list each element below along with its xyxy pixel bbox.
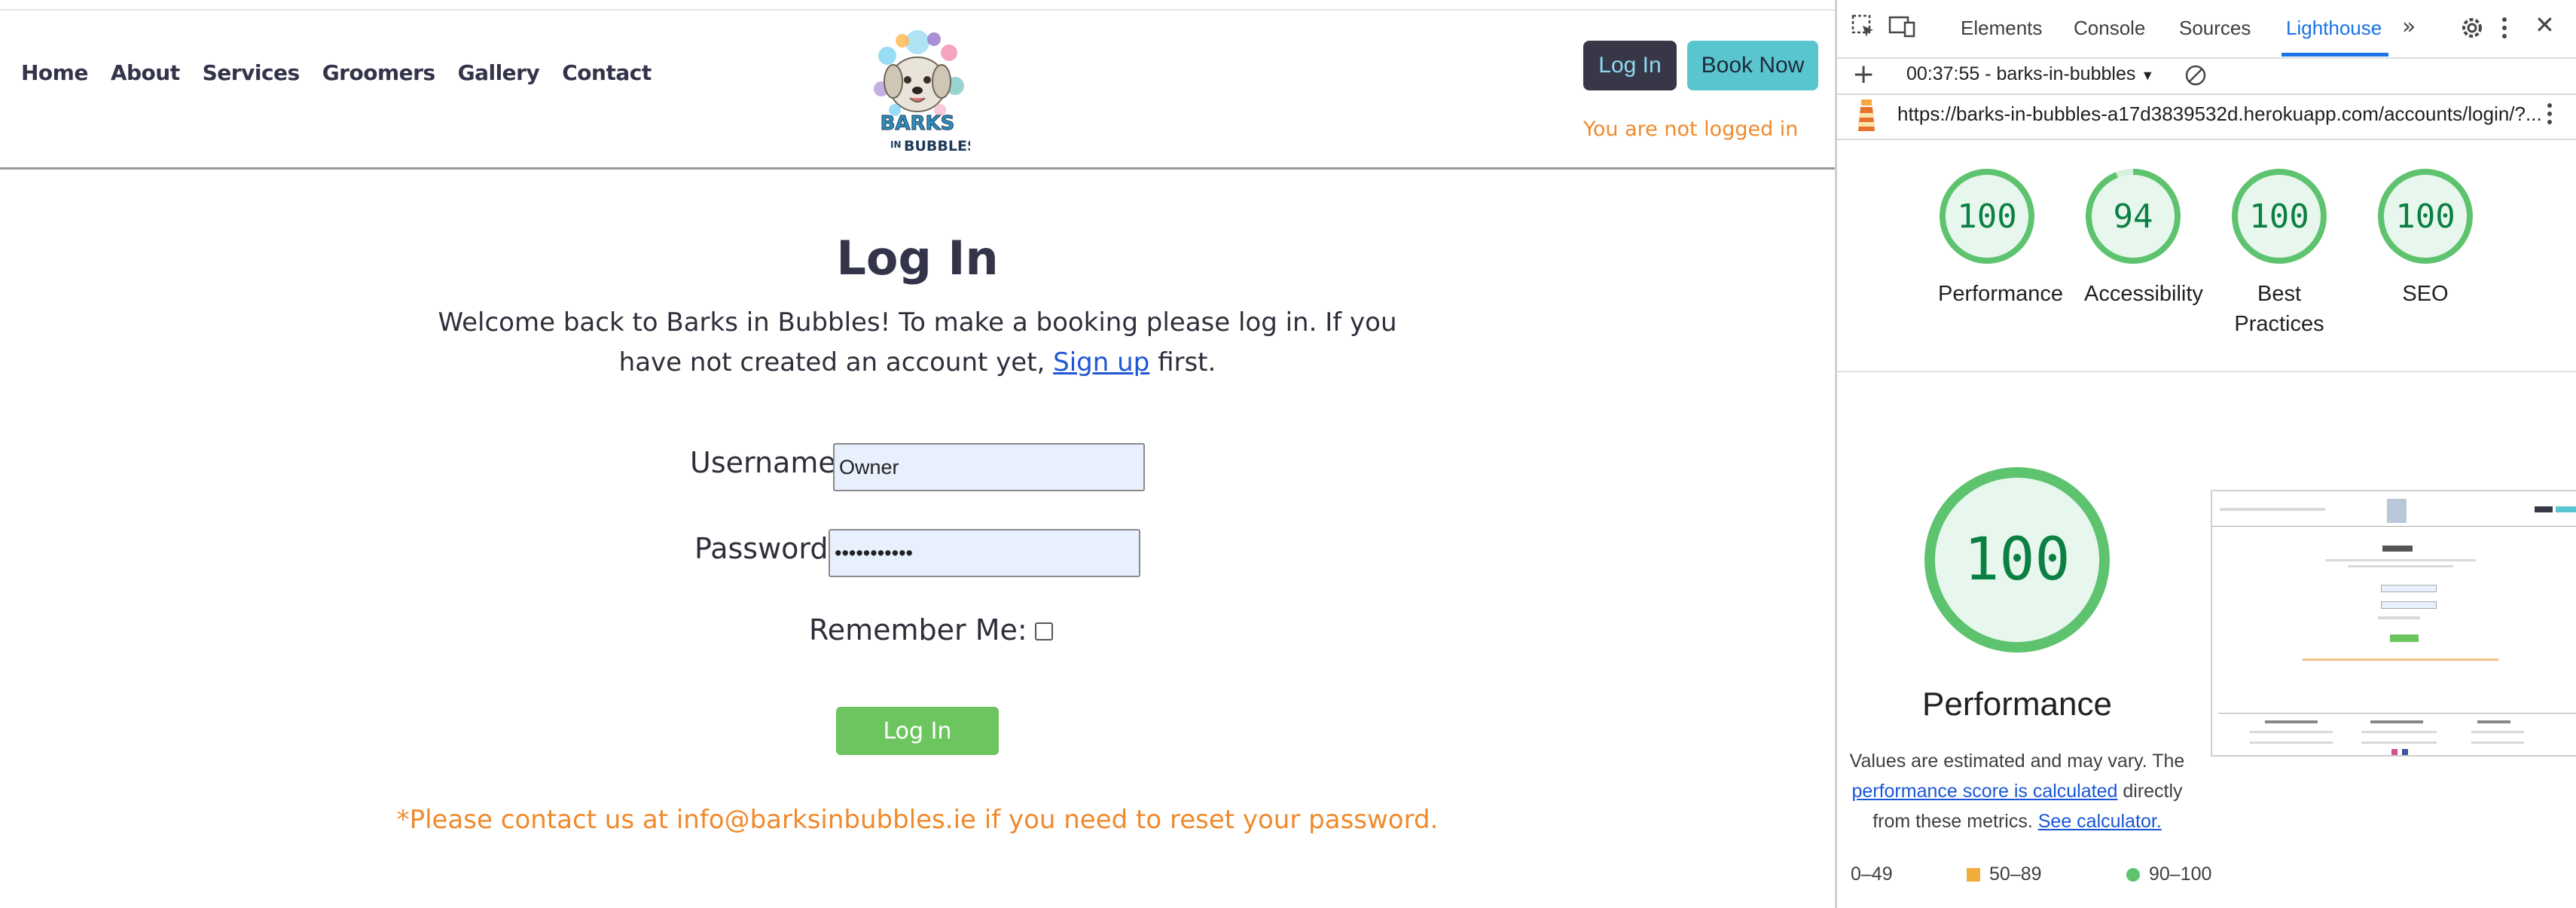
nav-gallery[interactable]: Gallery	[458, 60, 540, 85]
page-title: Log In	[836, 231, 999, 286]
remember-me-row: Remember Me:	[809, 613, 1053, 647]
legend-pass-label: 90–100	[2149, 864, 2212, 885]
remember-me-label: Remember Me:	[809, 613, 1027, 647]
close-devtools-icon[interactable]: ✕	[2535, 11, 2555, 39]
tab-console[interactable]: Console	[2074, 17, 2145, 40]
legend-average: 50–89	[1967, 864, 2042, 885]
main-performance-score: 100	[1964, 526, 2071, 594]
remember-me-checkbox[interactable]	[1034, 622, 1053, 640]
devtools-panel: Elements Console Sources Lighthouse » ✕ …	[1835, 0, 2576, 908]
devtools-tabbar: Elements Console Sources Lighthouse » ✕	[1837, 0, 2576, 59]
url-more-menu-icon[interactable]	[2545, 101, 2554, 130]
username-label: Username:	[690, 446, 846, 479]
score-value: 100	[2395, 197, 2455, 236]
lighthouse-icon	[1854, 98, 1879, 137]
report-selector-label: 00:37:55 - barks-in-bubbles	[1906, 63, 2136, 84]
score-gauge-performance[interactable]: 100 Performance	[1938, 167, 2064, 309]
device-toolbar-icon[interactable]	[1888, 15, 1915, 41]
nav-about[interactable]: About	[111, 60, 180, 85]
password-input[interactable]	[829, 529, 1140, 577]
metrics-note-before: Values are estimated and may vary. The	[1849, 751, 2185, 772]
score-value: 100	[1957, 197, 2017, 236]
barks-in-bubbles-logo[interactable]: BARKS IN BUBBLES	[865, 26, 978, 161]
pass-circle-icon	[2126, 867, 2140, 882]
intro-text: Welcome back to Barks in Bubbles! To mak…	[422, 303, 1413, 383]
inspect-element-icon[interactable]	[1851, 14, 1876, 42]
score-gauge-accessibility[interactable]: 94 Accessibility	[2084, 167, 2203, 309]
signup-link[interactable]: Sign up	[1053, 347, 1149, 378]
password-reset-note: *Please contact us at info@barksinbubble…	[396, 805, 1439, 835]
kebab-menu-icon[interactable]	[2500, 15, 2509, 44]
svg-text:BUBBLES: BUBBLES	[904, 138, 970, 154]
nav-home[interactable]: Home	[21, 60, 88, 85]
score-gauge-seo[interactable]: 100 SEO	[2376, 167, 2474, 309]
score-value: 94	[2113, 197, 2153, 236]
svg-text:IN: IN	[890, 139, 902, 150]
active-tab-indicator	[2281, 53, 2388, 57]
lighthouse-toolbar: + 00:37:55 - barks-in-bubbles ▼	[1837, 57, 2576, 95]
tab-lighthouse[interactable]: Lighthouse	[2286, 17, 2382, 40]
login-submit-button[interactable]: Log In	[836, 707, 999, 755]
score-calculated-link[interactable]: performance score is calculated	[1851, 781, 2117, 802]
report-selector[interactable]: 00:37:55 - barks-in-bubbles ▼	[1906, 63, 2154, 85]
legend-fail: 0–49	[1851, 864, 1893, 885]
site-header: Home About Services Groomers Gallery Con…	[0, 11, 1835, 170]
username-input[interactable]	[833, 443, 1145, 491]
svg-text:BARKS: BARKS	[881, 112, 955, 135]
clear-block-icon[interactable]	[2184, 63, 2208, 90]
website-viewport: Home About Services Groomers Gallery Con…	[0, 0, 1835, 908]
see-calculator-link[interactable]: See calculator.	[2038, 811, 2162, 832]
audited-url: https://barks-in-bubbles-a17d3839532d.he…	[1897, 102, 2542, 125]
legend-fail-label: 0–49	[1851, 864, 1893, 885]
password-label: Password:	[694, 532, 838, 565]
score-label: Performance	[1938, 282, 2064, 306]
average-square-icon	[1967, 867, 1980, 882]
main-performance-label: Performance	[1922, 686, 2112, 723]
metrics-note: Values are estimated and may vary. The p…	[1837, 746, 2197, 836]
score-gauge-best-practices[interactable]: 100 Best Practices	[2230, 167, 2328, 339]
book-now-button[interactable]: Book Now	[1687, 41, 1818, 90]
main-nav: Home About Services Groomers Gallery Con…	[21, 60, 652, 85]
intro-text-after: first.	[1158, 347, 1216, 378]
tab-sources[interactable]: Sources	[2179, 17, 2251, 40]
nav-groomers[interactable]: Groomers	[322, 60, 435, 85]
login-status-text: You are not logged in	[1583, 118, 1799, 141]
final-screenshot-thumbnail[interactable]	[2211, 490, 2576, 757]
score-label: Accessibility	[2084, 282, 2203, 306]
nav-services[interactable]: Services	[203, 60, 301, 85]
intro-text-before: Welcome back to Barks in Bubbles! To mak…	[438, 307, 1397, 378]
score-value: 100	[2249, 197, 2309, 236]
tab-elements[interactable]: Elements	[1961, 17, 2042, 40]
score-label: SEO	[2402, 282, 2449, 306]
new-report-plus-icon[interactable]: +	[1852, 59, 1875, 90]
legend-average-label: 50–89	[1989, 864, 2042, 885]
nav-contact[interactable]: Contact	[562, 60, 652, 85]
score-label: Best Practices	[2234, 282, 2324, 336]
legend-pass: 90–100	[2126, 864, 2211, 885]
header-login-button[interactable]: Log In	[1583, 41, 1677, 90]
more-tabs-chevron-icon[interactable]: »	[2402, 14, 2416, 40]
settings-gear-icon[interactable]	[2459, 15, 2485, 44]
audited-url-bar: https://barks-in-bubbles-a17d3839532d.he…	[1837, 93, 2576, 140]
dropdown-caret-icon: ▼	[2141, 68, 2155, 83]
section-divider	[1837, 371, 2576, 372]
